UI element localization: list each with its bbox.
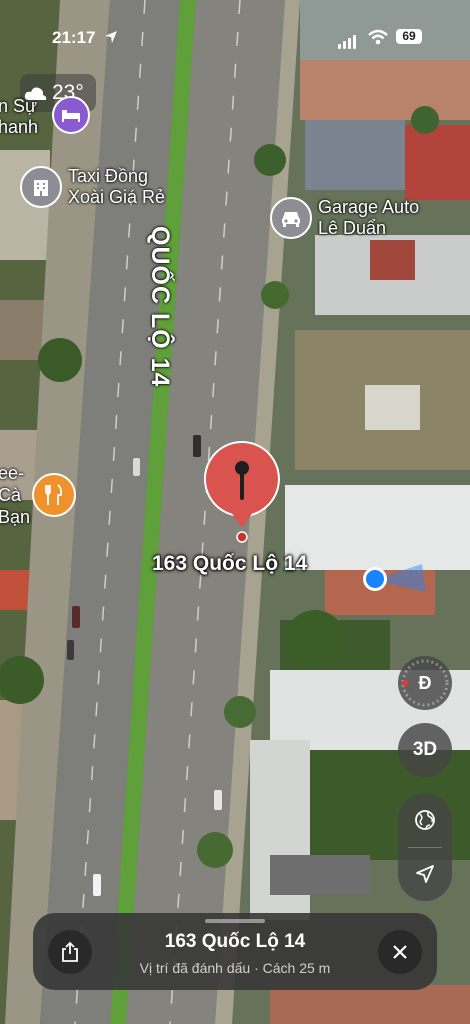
poi-label-line: Garage Auto [318,197,420,217]
poi-label-line: Taxi Đồng [68,166,149,186]
car-icon [270,197,312,239]
battery-indicator: 69 [396,29,422,44]
poi-partial-line: hanh [0,117,39,137]
status-bar: 21:17 69 [0,0,470,54]
building-icon [20,166,62,208]
compass-ring-icon [401,659,449,707]
road-label-quoc-lo-14: QUỐC LỘ 14 [146,226,174,388]
restaurant-icon[interactable] [32,473,76,517]
pin-address-label: 163 Quốc Lộ 14 [152,552,308,575]
compass-button[interactable]: Đ [398,656,452,710]
sheet-subtitle: Vị trí đã đánh dấu · Cách 25 m [139,960,331,976]
poi-partial-top-left[interactable]: n Sự hanh [0,96,38,138]
user-location-dot[interactable] [362,566,388,592]
close-button[interactable] [378,930,422,974]
close-icon [393,945,407,959]
locate-me-button[interactable] [398,847,452,901]
poi-partial-line: n Sự [0,96,38,116]
place-bottom-sheet[interactable]: 163 Quốc Lộ 14 Vị trí đã đánh dấu · Cách… [33,913,437,990]
status-time: 21:17 [52,28,96,47]
poi-label-line: Xoài Giá Rẻ [68,187,166,207]
sheet-title: 163 Quốc Lộ 14 [164,931,306,952]
view-3d-button[interactable]: 3D [398,723,452,777]
dropped-pin-marker[interactable] [203,440,281,550]
poi-partial-line: ee- [0,463,25,483]
map-controls-stack [398,793,452,901]
location-arrow-icon [416,865,434,883]
sheet-grabber[interactable] [205,919,265,923]
hotel-icon[interactable] [52,96,90,134]
map-mode-button[interactable] [398,793,452,847]
cellular-signal-icon [338,31,358,49]
poi-partial-line: Bạn [0,507,31,527]
poi-partial-left-restaurant[interactable]: ee- Cà Bạn [0,462,30,528]
poi-partial-line: Cà [0,485,22,505]
poi-label-line: Lê Duẩn [318,218,387,238]
wifi-icon [368,29,388,45]
location-arrow-icon [105,31,117,43]
poi-taxi-dong-xoai[interactable]: Taxi Đồng Xoài Giá Rẻ [20,166,165,208]
globe-icon [415,810,435,830]
poi-garage-auto-le-duan[interactable]: Garage Auto Lê Duẩn [270,197,419,239]
